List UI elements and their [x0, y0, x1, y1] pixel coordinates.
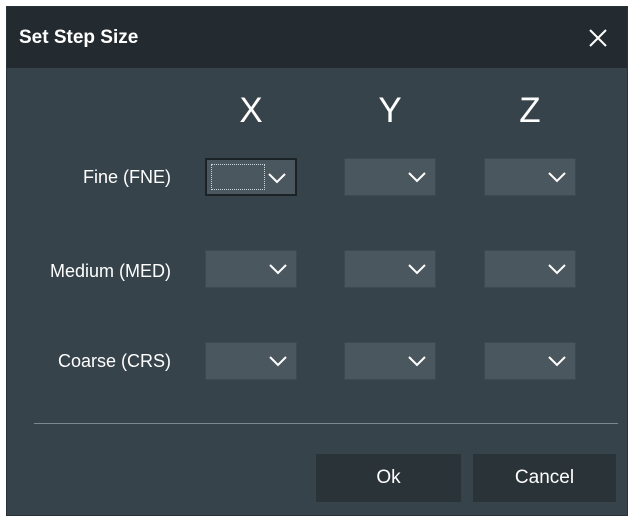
medium-y-dropdown[interactable] [344, 250, 436, 288]
cancel-button[interactable]: Cancel [473, 454, 616, 502]
ok-button[interactable]: Ok [316, 454, 461, 502]
coarse-y-value [351, 349, 403, 373]
fine-z-value [491, 165, 543, 189]
chevron-down-icon [548, 172, 566, 183]
row-label-fine: Fine (FNE) [82, 167, 171, 187]
coarse-z-value [491, 349, 543, 373]
set-step-size-dialog: Set Step Size X Y Z Fine (FNE) Medium (M… [7, 7, 627, 515]
column-header-y: Y [378, 91, 402, 130]
row-label-medium: Medium (MED) [49, 261, 171, 281]
coarse-z-dropdown[interactable] [484, 342, 576, 380]
coarse-x-dropdown[interactable] [205, 342, 297, 380]
medium-z-value [491, 257, 543, 281]
fine-x-dropdown[interactable] [205, 158, 297, 196]
chevron-down-icon [268, 173, 286, 184]
chevron-down-icon [548, 356, 566, 367]
chevron-down-icon [408, 172, 426, 183]
medium-z-dropdown[interactable] [484, 250, 576, 288]
medium-x-dropdown[interactable] [205, 250, 297, 288]
fine-x-value [211, 164, 265, 190]
column-header-x: X [239, 91, 263, 130]
chevron-down-icon [269, 264, 287, 275]
divider [34, 423, 618, 424]
fine-z-dropdown[interactable] [484, 158, 576, 196]
fine-y-dropdown[interactable] [344, 158, 436, 196]
fine-y-value [351, 165, 403, 189]
coarse-x-value [212, 349, 264, 373]
chevron-down-icon [269, 356, 287, 367]
chevron-down-icon [408, 264, 426, 275]
title-bar: Set Step Size [7, 7, 627, 68]
medium-y-value [351, 257, 403, 281]
close-button[interactable] [581, 21, 615, 55]
coarse-y-dropdown[interactable] [344, 342, 436, 380]
close-icon [589, 29, 607, 47]
row-label-coarse: Coarse (CRS) [57, 351, 171, 371]
medium-x-value [212, 257, 264, 281]
chevron-down-icon [548, 264, 566, 275]
dialog-title: Set Step Size [19, 27, 139, 48]
column-header-z: Z [519, 91, 541, 130]
chevron-down-icon [408, 356, 426, 367]
